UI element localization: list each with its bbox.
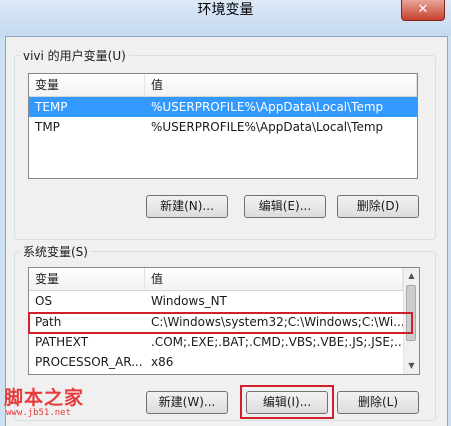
user-new-button[interactable]: 新建(N)...: [146, 195, 228, 218]
column-header-variable[interactable]: 变量: [29, 268, 145, 290]
row-variable: TMP: [35, 120, 60, 134]
row-value: %USERPROFILE%\AppData\Local\Temp: [151, 100, 384, 114]
user-vars-label: vivi 的用户变量(U): [20, 47, 129, 64]
system-vars-header: 变量 值: [29, 268, 419, 291]
column-header-value[interactable]: 值: [145, 74, 417, 96]
column-header-variable[interactable]: 变量: [29, 74, 145, 96]
row-value: x86: [151, 355, 174, 369]
table-row[interactable]: PATHEXT .COM;.EXE;.BAT;.CMD;.VBS;.VBE;.J…: [29, 332, 419, 352]
table-row[interactable]: TEMP %USERPROFILE%\AppData\Local\Temp: [29, 97, 417, 117]
row-value: Windows_NT: [151, 294, 227, 308]
close-icon: ✕: [417, 2, 429, 17]
column-header-value[interactable]: 值: [145, 268, 403, 290]
table-row[interactable]: TMP %USERPROFILE%\AppData\Local\Temp: [29, 117, 417, 137]
site-watermark: 脚本之家 www.jb51.net: [0, 380, 120, 425]
row-variable: OS: [35, 294, 53, 308]
watermark-logo-text: 脚本之家: [4, 387, 85, 409]
title-bar: 环境变量 ✕: [0, 0, 451, 36]
system-new-button[interactable]: 新建(W)...: [146, 391, 228, 414]
table-row[interactable]: OS Windows_NT: [29, 291, 419, 311]
user-vars-list[interactable]: 变量 值 TEMP %USERPROFILE%\AppData\Local\Te…: [28, 73, 418, 179]
user-edit-button[interactable]: 编辑(E)...: [244, 195, 326, 218]
table-row[interactable]: PROCESSOR_AR... x86: [29, 352, 419, 372]
row-variable: PROCESSOR_AR...: [35, 355, 143, 369]
system-vars-label: 系统变量(S): [20, 243, 91, 260]
row-value: %USERPROFILE%\AppData\Local\Temp: [151, 120, 384, 134]
row-variable: TEMP: [35, 100, 68, 114]
path-row-highlight: [28, 312, 413, 334]
row-value: .COM;.EXE;.BAT;.CMD;.VBS;.VBE;.JS;.JSE;.…: [151, 335, 403, 349]
close-button[interactable]: ✕: [401, 0, 445, 21]
window-title: 环境变量: [197, 2, 254, 18]
dialog-body: vivi 的用户变量(U) 变量 值 TEMP %USERPROFILE%\Ap…: [5, 36, 448, 426]
edit-button-highlight: [240, 385, 334, 419]
watermark-url: www.jb51.net: [6, 408, 72, 418]
scroll-up-icon[interactable]: ▲: [404, 268, 419, 284]
scroll-down-icon[interactable]: ▼: [404, 358, 419, 374]
row-variable: PATHEXT: [35, 335, 89, 349]
user-vars-header: 变量 值: [29, 74, 417, 97]
system-delete-button[interactable]: 删除(L): [337, 391, 419, 414]
user-delete-button[interactable]: 删除(D): [337, 195, 419, 218]
